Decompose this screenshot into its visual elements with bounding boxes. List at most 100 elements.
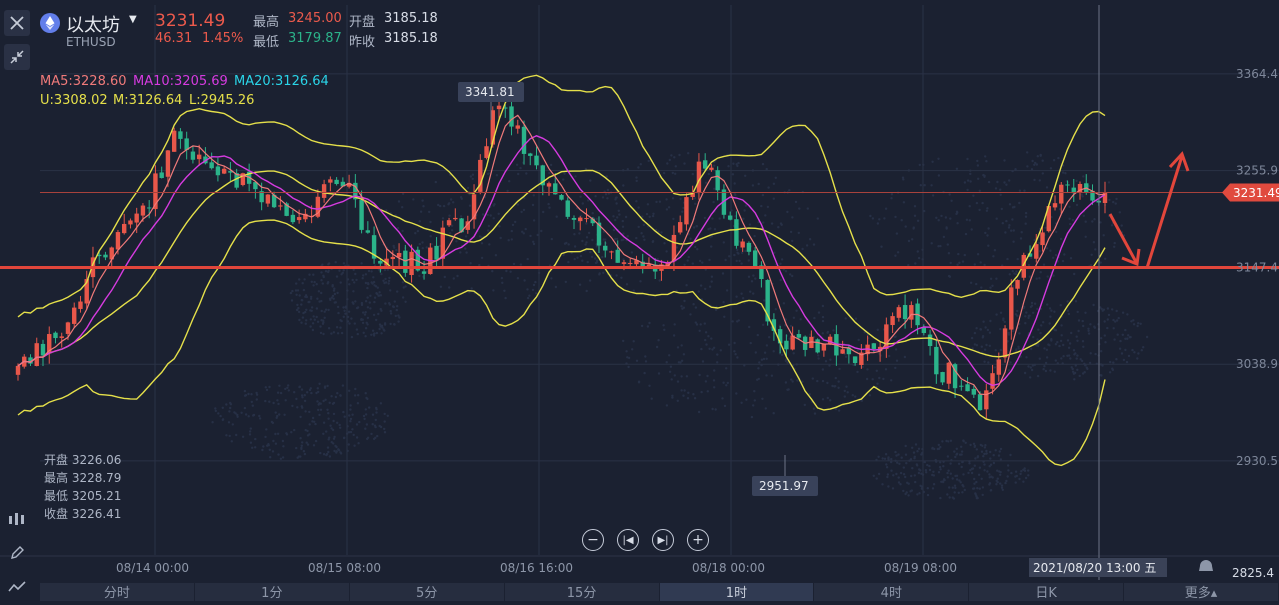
candle-body xyxy=(571,218,577,220)
candles-icon xyxy=(9,513,24,525)
collapse-icon xyxy=(10,50,24,64)
candle-body xyxy=(190,151,196,160)
prev-close-label: 昨收 xyxy=(349,35,376,50)
candle-body xyxy=(403,250,408,273)
candle-body xyxy=(65,322,71,334)
candle-body xyxy=(140,205,146,216)
peak-callout-label: 3341.81 xyxy=(465,85,515,99)
tab-15min[interactable]: 15分 xyxy=(505,583,660,601)
candle-body xyxy=(296,217,302,221)
chevron-down-icon[interactable]: ▼ xyxy=(129,14,137,25)
candle-body xyxy=(996,359,1001,375)
price-change: 46.31 xyxy=(155,31,193,46)
candle-body xyxy=(434,245,439,260)
pencil-icon xyxy=(11,546,24,559)
candle-body xyxy=(1040,232,1045,246)
candle-body xyxy=(684,197,689,225)
chart-background xyxy=(0,0,1279,601)
zoom-in-button[interactable]: + xyxy=(687,529,709,551)
candle-body xyxy=(265,194,271,204)
candle-body xyxy=(209,162,214,169)
candle-body xyxy=(746,242,752,252)
candle-body xyxy=(221,168,227,174)
tab-fenshi[interactable]: 分时 xyxy=(40,583,195,601)
candle-body xyxy=(496,105,502,110)
candle-body xyxy=(890,316,895,326)
ohlc-open: 开盘 3226.06 xyxy=(44,453,122,467)
zoom-out-button[interactable]: − xyxy=(582,529,604,551)
candle-body xyxy=(909,305,914,320)
candle-body xyxy=(727,215,733,220)
tab-daily[interactable]: 日K xyxy=(969,583,1125,601)
candle-body xyxy=(709,167,714,170)
candle-body xyxy=(103,254,108,258)
candle-body xyxy=(509,106,514,127)
price-axis-label: 2930.5 xyxy=(1236,454,1278,468)
candle-body xyxy=(453,217,458,220)
close-button[interactable] xyxy=(4,10,30,36)
tab-1hour[interactable]: 1时 xyxy=(659,583,815,601)
candle-body xyxy=(53,332,58,339)
candlestick-chart[interactable]: 3231.49 3364.4 3255.9 3147.4 3038.9 2930.5 282… xyxy=(0,0,1279,601)
candle-body xyxy=(484,146,489,158)
asset-name[interactable]: 以太坊 xyxy=(66,11,120,37)
candle-body xyxy=(615,249,620,263)
time-axis-label: 08/14 00:00 xyxy=(116,561,189,575)
candle-body xyxy=(965,384,970,392)
price-change-pct: 1.45% xyxy=(202,31,244,46)
candle-body xyxy=(559,195,564,200)
candle-body xyxy=(365,230,371,233)
trend-button[interactable] xyxy=(4,574,30,600)
candle-body xyxy=(72,307,77,324)
jump-end-button[interactable]: ▶| xyxy=(652,529,674,551)
candle-body xyxy=(1034,244,1039,259)
candle-body xyxy=(1052,203,1058,208)
candle-body xyxy=(977,394,983,411)
draw-button[interactable] xyxy=(4,540,30,566)
candle-body xyxy=(321,184,327,198)
candle-body xyxy=(796,334,802,338)
candle-body xyxy=(334,179,339,185)
candle-body xyxy=(215,166,221,176)
candle-body xyxy=(609,251,614,253)
boll-lower-label: L:2945.26 xyxy=(189,93,255,108)
candle-body xyxy=(359,200,364,230)
candle-body xyxy=(328,179,333,183)
candle-body xyxy=(902,305,908,320)
price-axis-label: 3147.4 xyxy=(1236,260,1278,274)
candle-body xyxy=(565,200,570,217)
open-label: 开盘 xyxy=(349,15,376,30)
tab-5min[interactable]: 5分 xyxy=(350,583,505,601)
indicator-button[interactable] xyxy=(4,506,30,532)
candle-body xyxy=(990,373,995,389)
price-axis-bottom: 2825.4 xyxy=(1232,566,1274,580)
ethereum-icon xyxy=(40,13,60,33)
jump-start-button[interactable]: |◀ xyxy=(617,529,639,551)
candle-body xyxy=(390,256,396,260)
candle-body xyxy=(1015,280,1020,289)
candle-body xyxy=(603,245,608,251)
candle-body xyxy=(896,307,902,318)
tab-4hour[interactable]: 4时 xyxy=(814,583,970,601)
candle-body xyxy=(421,271,427,274)
ohlc-low: 最低 3205.21 xyxy=(44,489,122,503)
current-price-text: 3231.49 xyxy=(1233,186,1279,200)
boll-upper-label: U:3308.02 xyxy=(40,93,108,108)
time-axis-label: 08/15 08:00 xyxy=(308,561,381,575)
minus-icon: − xyxy=(587,532,599,548)
candle-body xyxy=(815,339,820,353)
time-axis-label: 08/16 16:00 xyxy=(500,561,573,575)
candle-body xyxy=(278,205,283,207)
candle-body xyxy=(784,340,789,350)
price-axis-label: 3364.4 xyxy=(1236,67,1278,81)
candle-body xyxy=(34,343,39,366)
tab-more[interactable]: 更多▴ xyxy=(1124,583,1279,601)
prev-close-value: 3185.18 xyxy=(384,31,438,46)
candle-body xyxy=(584,218,589,220)
crosshair-time-label: 2021/08/20 13:00 五 xyxy=(1033,561,1156,575)
tab-1min[interactable]: 1分 xyxy=(195,583,350,601)
collapse-button[interactable] xyxy=(4,44,30,70)
ma20-label: MA20:3126.64 xyxy=(234,74,329,89)
candle-body xyxy=(852,356,858,363)
candle-body xyxy=(578,217,583,222)
